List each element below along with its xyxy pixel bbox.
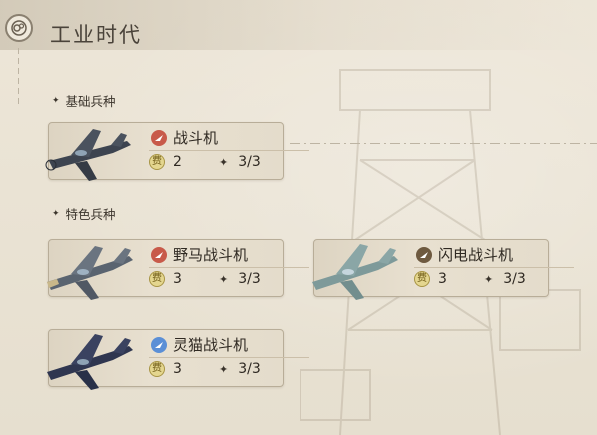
unit-stats: 费 3 ✦ 3/3 [149,271,261,287]
unit-stats: 费 2 ✦ 3/3 [149,154,261,170]
count-star-icon: ✦ [219,362,229,376]
unit-name-label: 战斗机 [173,129,219,147]
unit-card-lightning[interactable]: 闪电战斗机 费 3 ✦ 3/3 [312,239,574,300]
card-divider [149,357,309,358]
wildcat-plane-icon [47,334,133,390]
unit-card-fighter[interactable]: 战斗机 费 2 ✦ 3/3 [45,122,309,181]
section-heading-special: ✦ 特色兵种 [52,204,116,223]
red-wing-icon [151,246,167,263]
unit-card-mustang[interactable]: 野马战斗机 费 3 ✦ 3/3 [47,239,309,300]
brown-wing-icon [416,246,432,263]
lightning-plane-icon [312,244,398,300]
card-divider [149,150,309,151]
unit-name: 闪电战斗机 [416,244,513,265]
unit-name-label: 野马战斗机 [173,246,249,264]
cost-coin-icon: 费 [414,271,430,287]
section-label: 特色兵种 [65,207,116,222]
unit-cost: 3 [438,271,447,287]
unit-stats: 费 3 ✦ 3/3 [149,361,261,377]
unit-cost: 3 [173,271,182,287]
mustang-plane-icon [47,246,133,300]
count-star-icon: ✦ [219,155,229,169]
unit-name: 战斗机 [151,127,218,148]
unit-cost: 3 [173,361,182,377]
cost-coin-icon: 费 [149,361,165,377]
count-star-icon: ✦ [484,272,494,286]
unit-count: 3/3 [238,154,261,170]
cost-coin-icon: 费 [149,154,165,170]
frame-divider [18,48,19,108]
section-heading-basic: ✦ 基础兵种 [52,91,116,110]
fighter-plane-icon [45,129,131,181]
unit-name-label: 闪电战斗机 [438,246,514,264]
count-star-icon: ✦ [219,272,229,286]
era-emblem-icon [5,14,33,42]
cost-coin-icon: 费 [149,271,165,287]
unit-cost: 2 [173,154,182,170]
page-title: 工业时代 [50,23,142,47]
unit-stats: 费 3 ✦ 3/3 [414,271,526,287]
unit-name: 野马战斗机 [151,244,248,265]
frame-divider [290,143,597,144]
unit-count: 3/3 [503,271,526,287]
unit-count: 3/3 [238,361,261,377]
star-icon: ✦ [52,208,60,219]
card-divider [149,267,309,268]
blue-wing-icon [151,336,167,353]
unit-card-wildcat[interactable]: 灵猫战斗机 费 3 ✦ 3/3 [47,329,309,390]
red-wing-icon [151,129,167,146]
unit-name: 灵猫战斗机 [151,334,248,355]
card-divider [414,267,574,268]
unit-name-label: 灵猫战斗机 [173,336,249,354]
section-label: 基础兵种 [65,94,116,109]
star-icon: ✦ [52,95,60,106]
unit-count: 3/3 [238,271,261,287]
